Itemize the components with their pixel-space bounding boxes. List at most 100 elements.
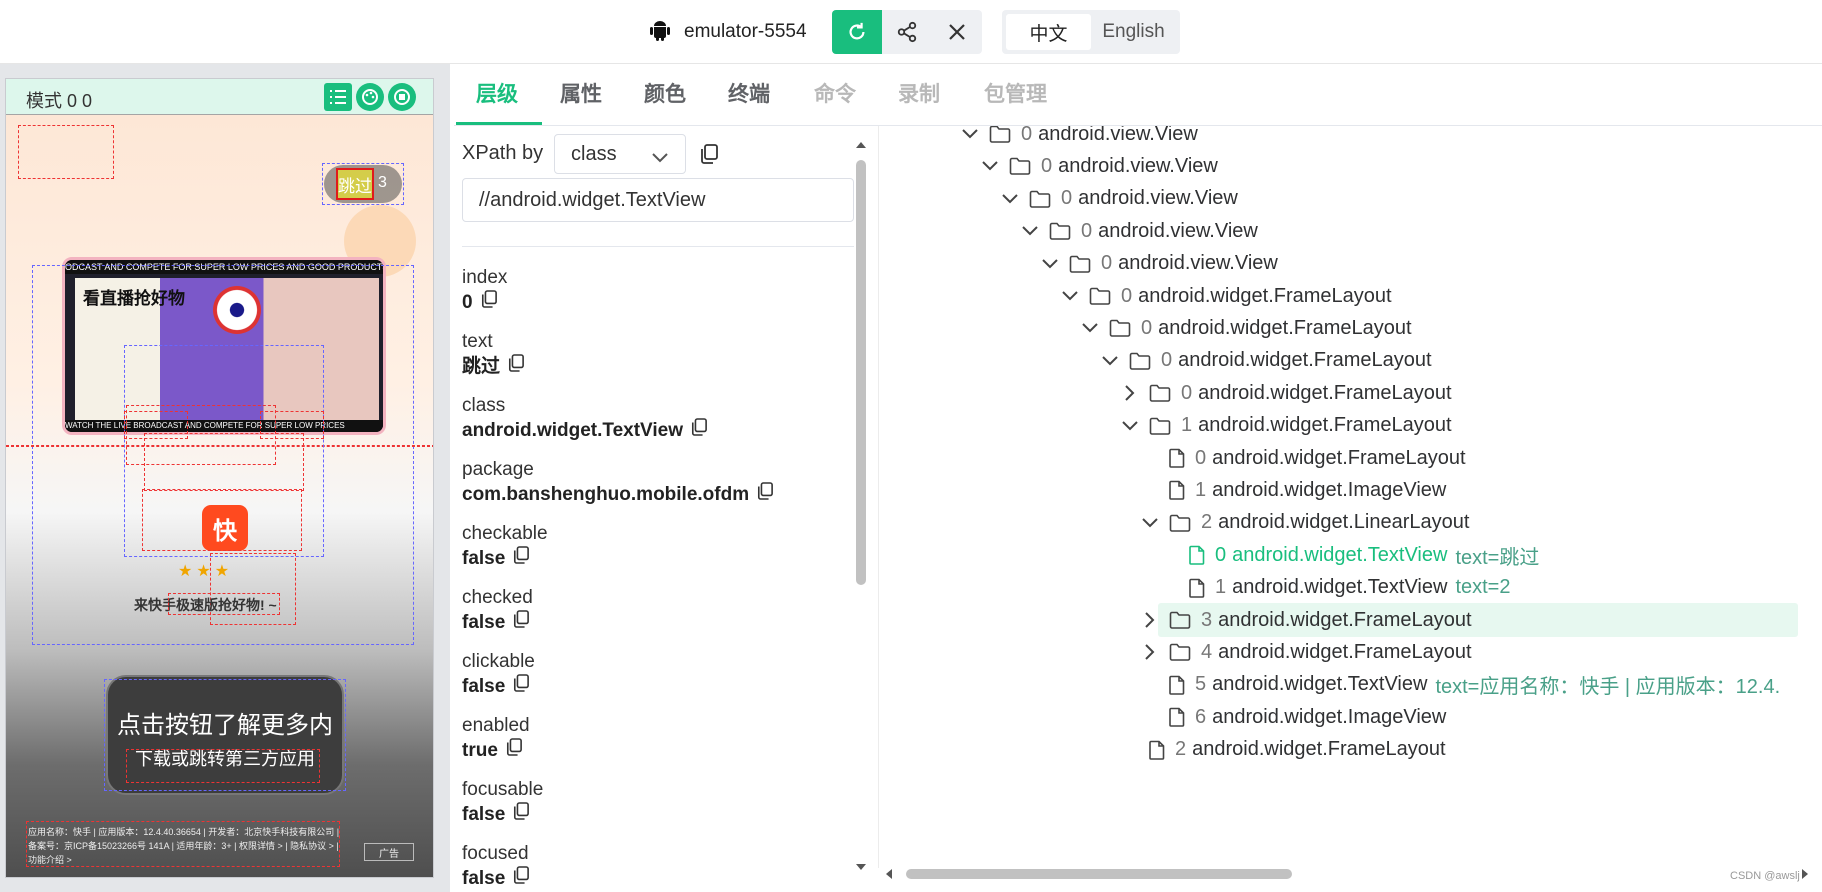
chevron-down-icon[interactable] [1099,355,1121,367]
copy-icon[interactable] [513,546,530,571]
device-screen[interactable]: 模式 0 0 跳过 3 ODCAST AND COMPETE FOR SUPER… [5,78,434,878]
tree-node[interactable]: 0 android.widget.FrameLayout [1079,310,1412,346]
copy-icon[interactable] [506,738,522,763]
tree-node[interactable]: 5 android.widget.TextView text=应用名称：快手 | 应… [1139,667,1780,703]
node-class: android.widget.FrameLayout [1178,349,1432,372]
tab-hierarchy[interactable]: 层级 [476,64,518,126]
tree-node[interactable]: 0 android.view.View [979,148,1218,184]
xpath-input[interactable]: //android.widget.TextView [462,178,854,222]
tree-node[interactable]: 4 android.widget.FrameLayout [1139,634,1472,670]
tree-node[interactable]: 6 android.widget.ImageView [1139,699,1446,735]
chevron-down-icon[interactable] [979,160,1001,172]
scroll-up-arrow-icon[interactable] [855,140,867,150]
disconnect-button[interactable] [932,10,982,54]
palette-button[interactable] [356,83,384,111]
node-index: 0 [1195,446,1207,469]
node-index: 2 [1175,738,1187,761]
property-value: true [462,739,498,761]
tree-node[interactable]: 3 android.widget.FrameLayout [1139,602,1472,638]
copy-icon[interactable] [481,290,497,315]
xpath-label: XPath by [462,142,544,164]
tree-node[interactable]: 2 android.widget.LinearLayout [1139,505,1469,541]
node-index: 3 [1201,608,1213,631]
screen-toolbar: 模式 0 0 [6,79,433,115]
tree-node[interactable]: 0 android.widget.FrameLayout [1099,343,1432,379]
node-class: android.view.View [1118,252,1278,275]
copy-icon[interactable] [513,802,530,827]
lang-option-zh[interactable]: 中文 [1006,14,1091,50]
copy-icon[interactable] [508,354,524,379]
chevron-right-icon[interactable] [1139,611,1161,629]
tree-node[interactable]: 1 android.widget.TextView text=2 [1159,570,1510,606]
chevron-down-icon[interactable] [959,128,981,140]
tree-node[interactable]: 2 android.widget.FrameLayout [1119,732,1446,768]
chevron-down-icon[interactable] [1019,225,1041,237]
property-enabled: enabled true [462,714,862,763]
chevron-right-icon[interactable] [1119,384,1141,402]
property-value-row: 跳过 [462,354,862,379]
copy-icon[interactable] [757,482,774,507]
copy-icon[interactable] [700,144,718,169]
tree-scrollbar-thumb[interactable] [906,869,1292,879]
chevron-down-icon[interactable] [1059,290,1081,302]
tab-color[interactable]: 颜色 [644,64,686,126]
share-button[interactable] [882,10,932,54]
property-clickable: clickable false [462,650,862,699]
record-button[interactable] [388,83,416,111]
copy-icon[interactable] [513,866,530,891]
property-value: android.widget.TextView [462,419,683,441]
node-index: 0 [1081,219,1093,242]
chevron-down-icon[interactable] [1039,258,1061,270]
tab-terminal[interactable]: 终端 [728,64,770,126]
tab-command[interactable]: 命令 [814,64,856,126]
bounds-box [144,433,304,491]
scroll-right-arrow-icon[interactable] [1800,868,1810,880]
property-value: 0 [462,291,473,313]
lang-option-en[interactable]: English [1091,14,1176,50]
app-screen[interactable]: 跳过 3 ODCAST AND COMPETE FOR SUPER LOW PR… [6,115,433,877]
properties-scrollbar-thumb[interactable] [856,160,866,585]
property-label: focusable [462,779,544,800]
property-value-row: android.widget.TextView [462,418,862,443]
node-class: android.view.View [1058,154,1218,177]
bounds-box [168,593,280,615]
tree-node[interactable]: 1 android.widget.FrameLayout [1119,408,1452,444]
property-value-row: false [462,610,862,635]
chevron-down-icon[interactable] [1079,322,1101,334]
tree-node[interactable]: 0 android.widget.FrameLayout [1139,440,1466,476]
copy-icon[interactable] [691,418,707,443]
inspector-tabs: 层级 属性 颜色 终端 命令 录制 包管理 [454,64,1822,126]
property-value: false [462,675,506,697]
refresh-button[interactable] [832,10,882,54]
tab-properties[interactable]: 属性 [560,64,602,126]
scroll-down-arrow-icon[interactable] [855,862,867,872]
tree-node[interactable]: 0 android.widget.FrameLayout [1059,278,1392,314]
copy-icon[interactable] [513,610,530,635]
list-view-button[interactable] [324,83,352,111]
tree-node[interactable]: 1 android.widget.ImageView [1139,472,1446,508]
tab-record[interactable]: 录制 [898,64,940,126]
chevron-down-icon[interactable] [1139,517,1161,529]
property-value: false [462,803,506,825]
property-focusable: focusable false [462,778,862,827]
scroll-left-arrow-icon[interactable] [884,868,894,880]
tree-node[interactable]: 0 android.view.View [999,181,1238,217]
folder-icon [1149,417,1171,435]
folder-icon [1169,611,1191,629]
property-value: com.banshenghuo.mobile.ofdm [462,483,750,505]
bounds-box [126,749,320,783]
ad-label: 广告 [379,848,399,860]
tree-node[interactable]: 0 android.view.View [1039,246,1278,282]
chevron-right-icon[interactable] [1139,643,1161,661]
folder-icon [1029,190,1051,208]
copy-icon[interactable] [513,674,530,699]
device-screen-panel: 模式 0 0 跳过 3 ODCAST AND COMPETE FOR SUPER… [0,64,450,892]
tab-package-manager[interactable]: 包管理 [984,64,1047,126]
tree-node[interactable]: 0 android.view.View [1019,213,1258,249]
xpath-mode-select[interactable]: class [554,134,686,174]
chevron-down-icon[interactable] [1119,420,1141,432]
tree-node[interactable]: 0 android.widget.FrameLayout [1119,375,1452,411]
tree-node-selected[interactable]: 0 android.widget.TextView text=跳过 [1159,537,1539,573]
node-class: android.widget.FrameLayout [1218,640,1472,663]
chevron-down-icon[interactable] [999,193,1021,205]
